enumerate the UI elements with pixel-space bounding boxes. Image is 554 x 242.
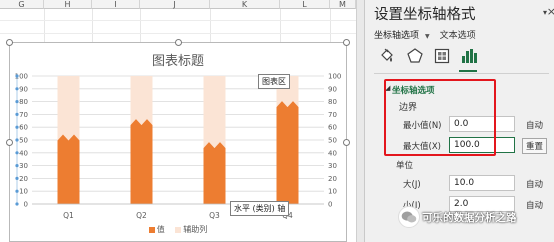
grid-divider [0,20,364,21]
x-category-label: Q3 [209,211,220,220]
bar-value-q1 [57,134,80,204]
column-header-g[interactable]: G [0,0,44,9]
effects-pentagon-icon[interactable] [406,47,424,65]
y-tick-label-right: 60 [328,124,337,132]
y-tick-label-left: 50 [19,137,28,145]
highlight-annotation-box [384,79,496,156]
axis-options-bar-icon[interactable] [460,47,478,65]
chart-resize-handle-left[interactable] [6,139,13,146]
legend-item-helper[interactable]: 辅助列 [175,224,207,235]
watermark-text: 可乐的数据分析之路 [422,212,517,224]
chart-resize-handle-right[interactable] [343,139,350,146]
legend-label-helper: 辅助列 [183,225,208,234]
column-header-i[interactable]: I [92,0,140,9]
fill-line-icon[interactable] [378,47,396,65]
x-category-label: Q2 [136,211,147,220]
major-unit-input[interactable]: 10.0 [449,175,515,191]
y-tick-label-left: 60 [19,124,28,132]
y-tick-label-left: 30 [19,162,28,170]
y-tick-label-left: 20 [19,175,28,183]
legend-swatch-helper [175,226,182,233]
chart-resize-handle-tr[interactable] [343,39,350,46]
pane-divider [374,73,549,74]
watermark: 可乐的数据分析之路 [398,206,548,230]
y-tick-label-left: 40 [19,149,28,157]
column-header-l[interactable]: L [280,0,330,9]
bar-value-q2 [130,119,153,204]
horizontal-axis-tooltip: 水平 (类别) 轴 [230,201,290,216]
y-tick-label-right: 50 [328,137,337,145]
wechat-logo-icon [398,206,420,228]
tab-text-options[interactable]: 文本选项 [440,31,476,41]
y-tick-label-right: 40 [328,149,337,157]
tab-axis-options[interactable]: 坐标轴选项 [374,31,419,41]
sheet-scroll-edge [356,0,364,242]
y-tick-label-left: 0 [24,201,28,209]
column-header-m[interactable]: M [330,0,356,9]
y-tick-label-right: 90 [328,85,337,93]
y-tick-label-right: 80 [328,98,337,106]
y-tick-label-right: 70 [328,111,337,119]
y-tick-label-left: 80 [19,98,28,106]
y-tick-label-right: 20 [328,175,337,183]
size-properties-icon[interactable] [433,47,451,65]
pane-tabs: 坐标轴选项 ▼ 文本选项 [374,28,476,41]
chart-legend[interactable]: 值 辅助列 [10,224,346,235]
y-tick-label-left: 10 [19,188,28,196]
maximum-reset-button[interactable]: 重置 [522,138,548,154]
y-tick-label-right: 10 [328,188,337,196]
legend-label-value: 值 [156,225,165,234]
chart-title[interactable]: 图表标题 [10,50,346,69]
chart-area[interactable]: 0 0 10 10 20 20 30 30 40 40 50 50 60 60 70 70 80 80 90 90 10… [6,39,350,242]
y-tick-label-right: 100 [328,73,341,81]
units-label: 单位 [396,161,414,171]
major-unit-label: 大(J) [403,180,421,190]
legend-item-value[interactable]: 值 [148,224,165,235]
column-header-h[interactable]: H [44,0,92,9]
pane-title: 设置坐标轴格式 [374,7,476,23]
y-tick-label-right: 30 [328,162,337,170]
chart-plot-svg: 0 0 10 10 20 20 30 30 40 40 50 50 60 60 70 70 80 80 90 90 10… [15,73,342,221]
y-tick-label-right: 0 [328,201,332,209]
column-header-k[interactable]: K [210,0,280,9]
chart-resize-handle-top[interactable] [175,39,182,46]
column-header-j[interactable]: J [140,0,210,9]
close-icon[interactable]: × [547,5,554,18]
y-tick-label-left: 90 [19,85,28,93]
major-auto-button[interactable]: 自动 [526,178,543,190]
chevron-down-icon[interactable]: ▼ [425,33,430,40]
x-category-label: Q1 [63,211,74,220]
y-tick-label-left: 70 [19,111,28,119]
legend-swatch-value [148,226,155,233]
bar-value-q4 [276,101,299,204]
chart-area-tooltip: 图表区 [258,74,290,89]
bar-value-q3 [203,142,226,204]
active-icon-indicator [459,70,477,72]
chart-resize-handle-tl[interactable] [6,39,13,46]
grid-divider [0,33,364,34]
minimum-auto-button[interactable]: 自动 [526,119,543,131]
